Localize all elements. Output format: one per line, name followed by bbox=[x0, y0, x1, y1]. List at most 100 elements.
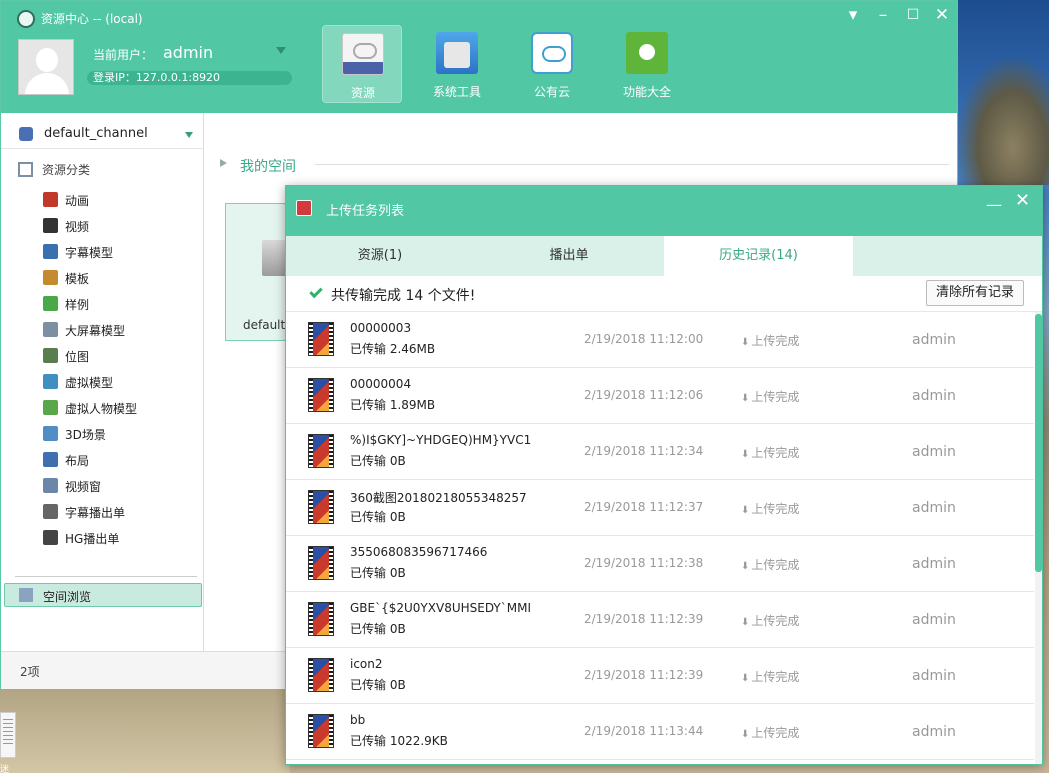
task-user: admin bbox=[912, 724, 956, 740]
task-file-name: %)I$GKY]~YHDGEQ)HM}YVC1 bbox=[350, 433, 532, 447]
minimize-icon[interactable]: — bbox=[986, 195, 1002, 214]
video-file-icon bbox=[308, 490, 334, 524]
minimize-icon[interactable]: – bbox=[871, 4, 895, 26]
database-icon bbox=[19, 127, 33, 141]
public-cloud-icon bbox=[531, 32, 573, 74]
task-row[interactable]: 360截图20180218055348257 已传输 0B 2/19/2018 11… bbox=[286, 480, 1034, 536]
task-file-name: icon2 bbox=[350, 657, 383, 671]
avatar[interactable] bbox=[18, 39, 74, 95]
task-time: 2/19/2018 11:13:44 bbox=[584, 724, 704, 738]
task-user: admin bbox=[912, 556, 956, 572]
nav-functions-button[interactable]: 功能大全 bbox=[607, 25, 687, 103]
task-file-name: 00000004 bbox=[350, 377, 412, 391]
sidebar-item-label: 动画 bbox=[65, 194, 90, 208]
desktop-wallpaper-rock bbox=[958, 60, 1049, 185]
space-browse-button[interactable]: 空间浏览 bbox=[4, 583, 202, 607]
sidebar-item-label: 视频窗 bbox=[65, 480, 102, 494]
task-status: ⬇ 上传完成 bbox=[741, 612, 799, 629]
nav-label: 系统工具 bbox=[432, 85, 481, 99]
3d-cube-icon bbox=[43, 426, 58, 441]
task-user: admin bbox=[912, 500, 956, 516]
sidebar-item-label: 模板 bbox=[65, 272, 90, 286]
maximize-icon[interactable]: ☐ bbox=[901, 4, 925, 26]
resource-drive-icon bbox=[342, 33, 384, 75]
task-row[interactable]: GBE`{$2U0YXV8UHSEDY`MMI 已传输 0B 2/19/2018 1… bbox=[286, 592, 1034, 648]
nav-public-cloud-button[interactable]: 公有云 bbox=[512, 25, 592, 103]
virtual-model-icon bbox=[43, 374, 58, 389]
sidebar-item-label: HG播出单 bbox=[65, 532, 120, 546]
sidebar-item[interactable]: 样例 bbox=[43, 293, 193, 315]
video-clapper-icon bbox=[43, 218, 58, 233]
tab-history[interactable]: 历史记录(14) bbox=[664, 236, 853, 276]
task-file-name: GBE`{$2U0YXV8UHSEDY`MMI bbox=[350, 601, 531, 615]
space-tile[interactable]: default_ bbox=[225, 203, 292, 341]
task-row[interactable]: 355068083596717466 已传输 0B 2/19/2018 11:12:… bbox=[286, 536, 1034, 592]
sidebar-item[interactable]: 字幕模型 bbox=[43, 241, 193, 263]
task-row[interactable]: %)I$GKY]~YHDGEQ)HM}YVC1 已传输 0B 2/19/2018 1… bbox=[286, 424, 1034, 480]
tab-resources[interactable]: 资源(1) bbox=[286, 236, 474, 276]
task-file-name: 360截图20180218055348257 bbox=[350, 491, 527, 505]
sidebar-item[interactable]: 布局 bbox=[43, 449, 193, 471]
subtitle-playlist-icon bbox=[43, 504, 58, 519]
download-arrow-icon: ⬇ bbox=[741, 729, 750, 740]
sidebar-item[interactable]: 动画 bbox=[43, 189, 193, 211]
video-file-icon bbox=[308, 378, 334, 412]
nav-system-tools-button[interactable]: 系统工具 bbox=[417, 25, 497, 103]
task-user: admin bbox=[912, 668, 956, 684]
task-status-label: 上传完成 bbox=[751, 614, 800, 628]
task-row[interactable]: bb 已传输 1022.9KB 2/19/2018 11:13:44 ⬇ 上传完成 adm… bbox=[286, 704, 1034, 760]
scrollbar-thumb[interactable] bbox=[1035, 314, 1042, 572]
task-progress: 已传输 0B bbox=[350, 510, 406, 524]
dialog-titlebar[interactable]: 上传任务列表 — ✕ bbox=[286, 186, 1042, 236]
task-file-name: bb bbox=[350, 713, 366, 727]
space-browse-label: 空间浏览 bbox=[43, 590, 92, 604]
app-header: 资源中心 -- (local) ▾ – ☐ ✕ 当前用户： admin 登录IP… bbox=[1, 1, 957, 113]
task-row[interactable]: icon2 已传输 0B 2/19/2018 11:12:39 ⬇ 上传完成 admin bbox=[286, 648, 1034, 704]
channel-selector[interactable]: default_channel bbox=[1, 121, 203, 149]
task-file-name: 355068083596717466 bbox=[350, 545, 488, 559]
user-dropdown-caret-icon[interactable] bbox=[276, 47, 286, 54]
desktop-file-icon[interactable] bbox=[0, 712, 16, 758]
sidebar-item[interactable]: 模板 bbox=[43, 267, 193, 289]
section-divider bbox=[315, 164, 949, 165]
sidebar-item-label: 视频 bbox=[65, 220, 90, 234]
summary-row: 共传输完成 14 个文件! 清除所有记录 bbox=[286, 276, 1042, 312]
menu-caret-icon[interactable]: ▾ bbox=[841, 4, 865, 26]
sidebar-item[interactable]: 字幕播出单 bbox=[43, 501, 193, 523]
upload-app-icon bbox=[296, 200, 312, 216]
sidebar-item[interactable]: 虚拟模型 bbox=[43, 371, 193, 393]
close-icon[interactable]: ✕ bbox=[1015, 190, 1030, 211]
sidebar-item[interactable]: 视频窗 bbox=[43, 475, 193, 497]
task-row[interactable]: 00000003 已传输 2.46MB 2/19/2018 11:12:00 ⬇ 上传完… bbox=[286, 312, 1034, 368]
sidebar-item[interactable]: 大屏幕模型 bbox=[43, 319, 193, 341]
sidebar-item-label: 样例 bbox=[65, 298, 90, 312]
video-file-icon bbox=[308, 602, 334, 636]
tab-playlist[interactable]: 播出单 bbox=[474, 236, 664, 276]
current-user-label: 当前用户： bbox=[93, 48, 154, 62]
task-status-label: 上传完成 bbox=[751, 390, 800, 404]
collapse-arrow-icon[interactable] bbox=[220, 159, 227, 167]
nav-resource-button[interactable]: 资源 bbox=[322, 25, 402, 103]
sidebar-item[interactable]: 视频 bbox=[43, 215, 193, 237]
nav-label: 公有云 bbox=[533, 85, 570, 99]
sidebar-item[interactable]: 虚拟人物模型 bbox=[43, 397, 193, 419]
sidebar-item-label: 字幕播出单 bbox=[65, 506, 126, 520]
video-file-icon bbox=[308, 658, 334, 692]
sidebar-item[interactable]: HG播出单 bbox=[43, 527, 193, 549]
chevron-down-icon[interactable] bbox=[185, 132, 193, 138]
subtitle-drop-icon bbox=[43, 244, 58, 259]
video-file-icon bbox=[308, 714, 334, 748]
close-icon[interactable]: ✕ bbox=[930, 4, 954, 26]
login-ip-text: 登录IP：127.0.0.1:8920 bbox=[93, 71, 221, 84]
sidebar-item[interactable]: 位图 bbox=[43, 345, 193, 367]
download-arrow-icon: ⬇ bbox=[741, 337, 750, 348]
task-status: ⬇ 上传完成 bbox=[741, 724, 799, 741]
sidebar-item[interactable]: 3D场景 bbox=[43, 423, 193, 445]
task-status: ⬇ 上传完成 bbox=[741, 388, 799, 405]
desktop-file-label: 迷 bbox=[0, 765, 10, 773]
clear-all-records-button[interactable]: 清除所有记录 bbox=[926, 280, 1024, 306]
category-header-label: 资源分类 bbox=[42, 163, 91, 177]
current-user-name[interactable]: admin bbox=[163, 43, 213, 62]
sidebar-item-label: 虚拟人物模型 bbox=[65, 402, 138, 416]
task-row[interactable]: 00000004 已传输 1.89MB 2/19/2018 11:12:06 ⬇ 上传完… bbox=[286, 368, 1034, 424]
